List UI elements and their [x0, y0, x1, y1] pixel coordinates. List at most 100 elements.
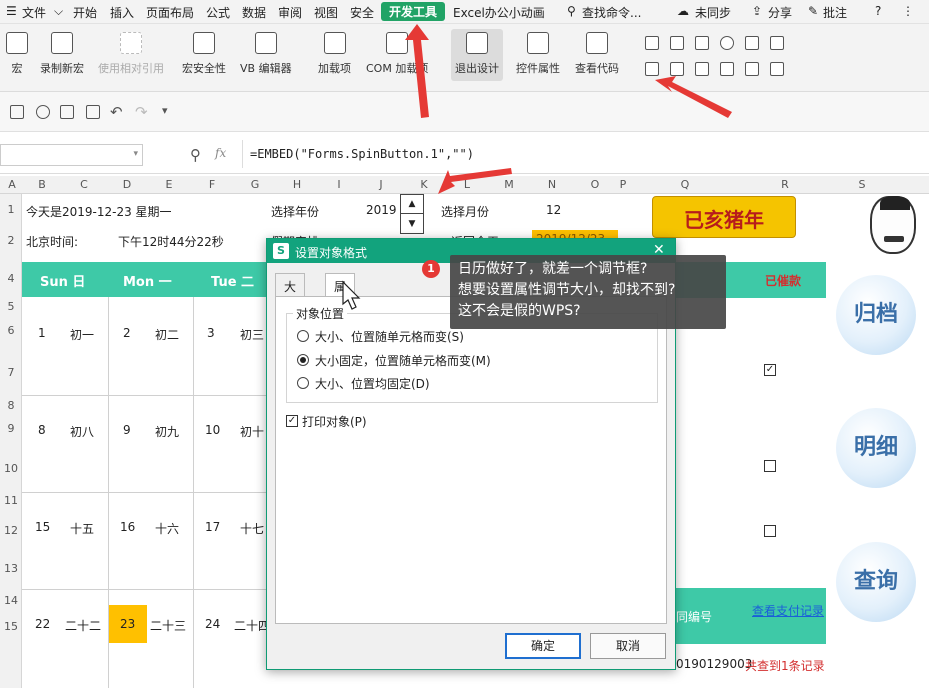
select-year-label[interactable]: 选择年份 [271, 203, 319, 220]
col-l[interactable]: L [446, 178, 488, 191]
menu-file[interactable]: 文件 [22, 4, 46, 21]
share-button[interactable]: 分享 [768, 4, 792, 21]
col-g[interactable]: G [234, 178, 276, 191]
col-d[interactable]: D [106, 178, 148, 191]
more-controls-icon[interactable] [770, 62, 784, 76]
name-box[interactable]: ▾ [0, 144, 143, 166]
checkbox-unchecked[interactable] [764, 525, 776, 537]
row-12[interactable]: 12 [0, 524, 22, 537]
col-h[interactable]: H [276, 178, 318, 191]
print-object-label[interactable]: 打印对象(P) [302, 413, 367, 430]
row-9[interactable]: 9 [0, 422, 22, 435]
record-macro-button[interactable]: 录制新宏 [40, 32, 84, 76]
select-month-label[interactable]: 选择月份 [441, 203, 489, 220]
col-e[interactable]: E [148, 178, 190, 191]
col-m[interactable]: M [488, 178, 530, 191]
col-q[interactable]: Q [630, 178, 740, 191]
menu-file-chevron-icon[interactable]: ⌵ [54, 4, 63, 19]
text-control-icon[interactable] [720, 62, 734, 76]
month-value[interactable]: 12 [546, 203, 561, 217]
row-1[interactable]: 1 [0, 203, 22, 216]
row-7[interactable]: 7 [0, 366, 22, 379]
cal-day-today[interactable]: 23 [120, 617, 135, 631]
menu-review[interactable]: 审阅 [278, 4, 302, 21]
spinbutton-control-icon[interactable] [670, 62, 684, 76]
col-k[interactable]: K [402, 178, 446, 191]
col-n[interactable]: N [530, 178, 574, 191]
cal-day[interactable]: 10 [205, 423, 220, 437]
vb-editor-button[interactable]: VB 编辑器 [240, 32, 292, 76]
row-14[interactable]: 14 [0, 594, 22, 607]
row-13[interactable]: 13 [0, 562, 22, 575]
zoom-icon[interactable]: ⚲ [190, 146, 201, 164]
format-painter-icon[interactable] [36, 105, 50, 119]
combobox-control-icon[interactable] [770, 36, 784, 50]
save-icon[interactable] [10, 105, 24, 119]
undo-icon[interactable]: ↶ [110, 103, 123, 121]
addin-button[interactable]: 加载项 [318, 32, 351, 76]
cal-day[interactable]: 2 [123, 326, 131, 340]
menu-formula[interactable]: 公式 [206, 4, 230, 21]
row-8[interactable]: 8 [0, 399, 22, 412]
fx-label[interactable]: fx [215, 146, 226, 160]
exit-design-button[interactable]: 退出设计 [451, 29, 503, 81]
ok-button[interactable]: 确定 [505, 633, 581, 659]
cancel-button[interactable]: 取消 [590, 633, 666, 659]
year-value[interactable]: 2019 [366, 203, 397, 217]
menu-file-icon[interactable]: ☰ [6, 4, 17, 18]
row-10[interactable]: 10 [0, 462, 22, 475]
share-icon[interactable]: ⇪ [752, 4, 762, 18]
cal-day[interactable]: 24 [205, 617, 220, 631]
search-command[interactable]: 查找命令... [582, 4, 641, 21]
menu-view[interactable]: 视图 [314, 4, 338, 21]
col-i[interactable]: I [318, 178, 360, 191]
spin-down-icon[interactable]: ▼ [401, 215, 423, 233]
menu-insert[interactable]: 插入 [110, 4, 134, 21]
radio-no-move-label[interactable]: 大小、位置均固定(D) [315, 375, 430, 392]
row-2[interactable]: 2 [0, 234, 22, 247]
comment-button[interactable]: 批注 [823, 4, 847, 21]
print-object-checkbox[interactable]: ✓ [286, 415, 298, 427]
redo-icon[interactable]: ↷ [135, 103, 148, 121]
cal-day[interactable]: 3 [207, 326, 215, 340]
more-icon[interactable]: ⋮ [902, 4, 914, 18]
menu-security[interactable]: 安全 [350, 4, 374, 21]
checkbox-control-icon[interactable] [645, 36, 659, 50]
name-box-chevron-icon[interactable]: ▾ [133, 149, 138, 159]
row-4[interactable]: 4 [0, 272, 22, 285]
cal-day[interactable]: 17 [205, 520, 220, 534]
radio-no-move[interactable] [297, 377, 309, 389]
row-5[interactable]: 5 [0, 300, 22, 313]
image-control-icon[interactable] [745, 62, 759, 76]
archive-button[interactable]: 归档 [836, 275, 916, 355]
today-cell[interactable]: 今天是2019-12-23 星期一 [26, 203, 172, 220]
menu-page-layout[interactable]: 页面布局 [146, 4, 194, 21]
col-j[interactable]: J [360, 178, 402, 191]
radio-control-icon[interactable] [720, 36, 734, 50]
radio-move-size-label[interactable]: 大小、位置随单元格而变(S) [315, 328, 464, 345]
view-code-button[interactable]: 查看代码 [575, 32, 619, 76]
formula-input[interactable]: =EMBED("Forms.SpinButton.1","") [250, 147, 474, 161]
print-preview-icon[interactable] [86, 105, 100, 119]
col-f[interactable]: F [190, 178, 234, 191]
check-pay-link[interactable]: 查看支付记录 [752, 602, 824, 619]
col-c[interactable]: C [62, 178, 106, 191]
col-r[interactable]: R [740, 178, 830, 191]
row-15[interactable]: 15 [0, 620, 22, 633]
checkbox-checked[interactable]: ✓ [764, 364, 776, 376]
radio-move-no-size[interactable] [297, 354, 309, 366]
col-a[interactable]: A [2, 178, 22, 191]
cal-day[interactable]: 1 [38, 326, 46, 340]
menu-excel-anim[interactable]: Excel办公小动画 [453, 4, 545, 21]
com-addin-button[interactable]: COM 加载项 [366, 32, 428, 76]
tab-properties[interactable]: 属性 [325, 273, 356, 311]
button-control-icon[interactable] [695, 36, 709, 50]
comment-icon[interactable]: ✎ [808, 4, 818, 18]
detail-button[interactable]: 明细 [836, 408, 916, 488]
cloud-icon[interactable]: ☁ [677, 4, 689, 18]
help-icon[interactable]: ? [875, 4, 881, 18]
menu-data[interactable]: 数据 [242, 4, 266, 21]
listbox-control-icon[interactable] [745, 36, 759, 50]
control-props-button[interactable]: 控件属性 [516, 32, 560, 76]
cal-day[interactable]: 22 [35, 617, 50, 631]
